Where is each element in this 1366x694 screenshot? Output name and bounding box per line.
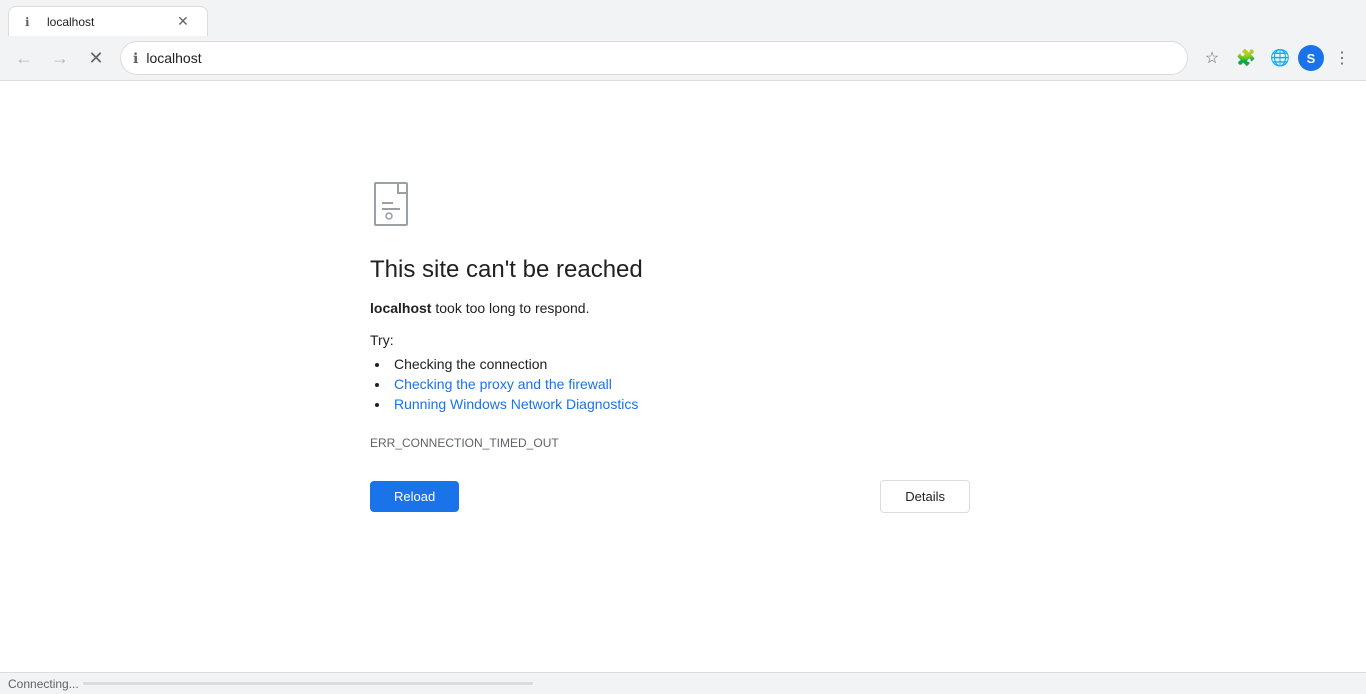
suggestion-text: Checking the connection [394, 356, 547, 372]
list-item: Checking the connection [390, 356, 1366, 372]
extensions-icon: 🧩 [1236, 48, 1256, 68]
bookmark-icon: ☆ [1205, 48, 1219, 68]
error-subtitle: localhost took too long to respond. [370, 300, 1366, 316]
extensions-button[interactable]: 🧩 [1230, 42, 1262, 74]
try-label: Try: [370, 332, 1366, 348]
close-icon: ✕ [88, 48, 103, 69]
error-host: localhost [370, 300, 431, 316]
details-button[interactable]: Details [880, 480, 970, 513]
list-item: Checking the proxy and the firewall [390, 376, 1366, 392]
profile-button[interactable]: S [1298, 45, 1324, 71]
tab-favicon-icon: ℹ [25, 15, 39, 29]
error-code: ERR_CONNECTION_TIMED_OUT [370, 436, 1366, 450]
menu-icon: ⋮ [1334, 48, 1350, 68]
info-icon: ℹ [133, 50, 138, 67]
address-text: localhost [146, 50, 1175, 66]
error-container: This site can't be reached localhost too… [0, 81, 1366, 672]
forward-button[interactable]: → [44, 42, 76, 74]
menu-button[interactable]: ⋮ [1326, 42, 1358, 74]
status-bar: Connecting... [0, 672, 1366, 694]
status-text: Connecting... [8, 677, 79, 691]
bookmark-button[interactable]: ☆ [1196, 42, 1228, 74]
reload-button[interactable]: Reload [370, 481, 459, 512]
list-item: Running Windows Network Diagnostics [390, 396, 1366, 412]
back-button[interactable]: ← [8, 42, 40, 74]
translate-button[interactable]: 🌐 [1264, 42, 1296, 74]
diagnostics-link[interactable]: Running Windows Network Diagnostics [394, 396, 638, 412]
error-subtitle-rest: took too long to respond. [431, 300, 589, 316]
active-tab[interactable]: ℹ localhost ✕ [8, 6, 208, 36]
browser-chrome: ℹ localhost ✕ ← → ✕ ℹ localhost ☆ 🧩 🌐 S [0, 0, 1366, 81]
tab-close-icon[interactable]: ✕ [175, 14, 191, 30]
reload-stop-button[interactable]: ✕ [80, 42, 112, 74]
button-row: Reload Details [370, 480, 970, 513]
toolbar-right: ☆ 🧩 🌐 S ⋮ [1196, 42, 1358, 74]
error-title: This site can't be reached [370, 256, 1366, 284]
proxy-firewall-link[interactable]: Checking the proxy and the firewall [394, 376, 612, 392]
suggestions-list: Checking the connection Checking the pro… [370, 356, 1366, 416]
address-bar[interactable]: ℹ localhost [120, 41, 1188, 75]
error-icon [370, 181, 420, 236]
tab-title: localhost [47, 15, 167, 29]
globe-icon: 🌐 [1270, 48, 1290, 68]
tab-bar: ℹ localhost ✕ [0, 0, 1366, 36]
toolbar: ← → ✕ ℹ localhost ☆ 🧩 🌐 S ⋮ [0, 36, 1366, 80]
status-progress-bar [83, 682, 533, 685]
page-content: This site can't be reached localhost too… [0, 81, 1366, 672]
